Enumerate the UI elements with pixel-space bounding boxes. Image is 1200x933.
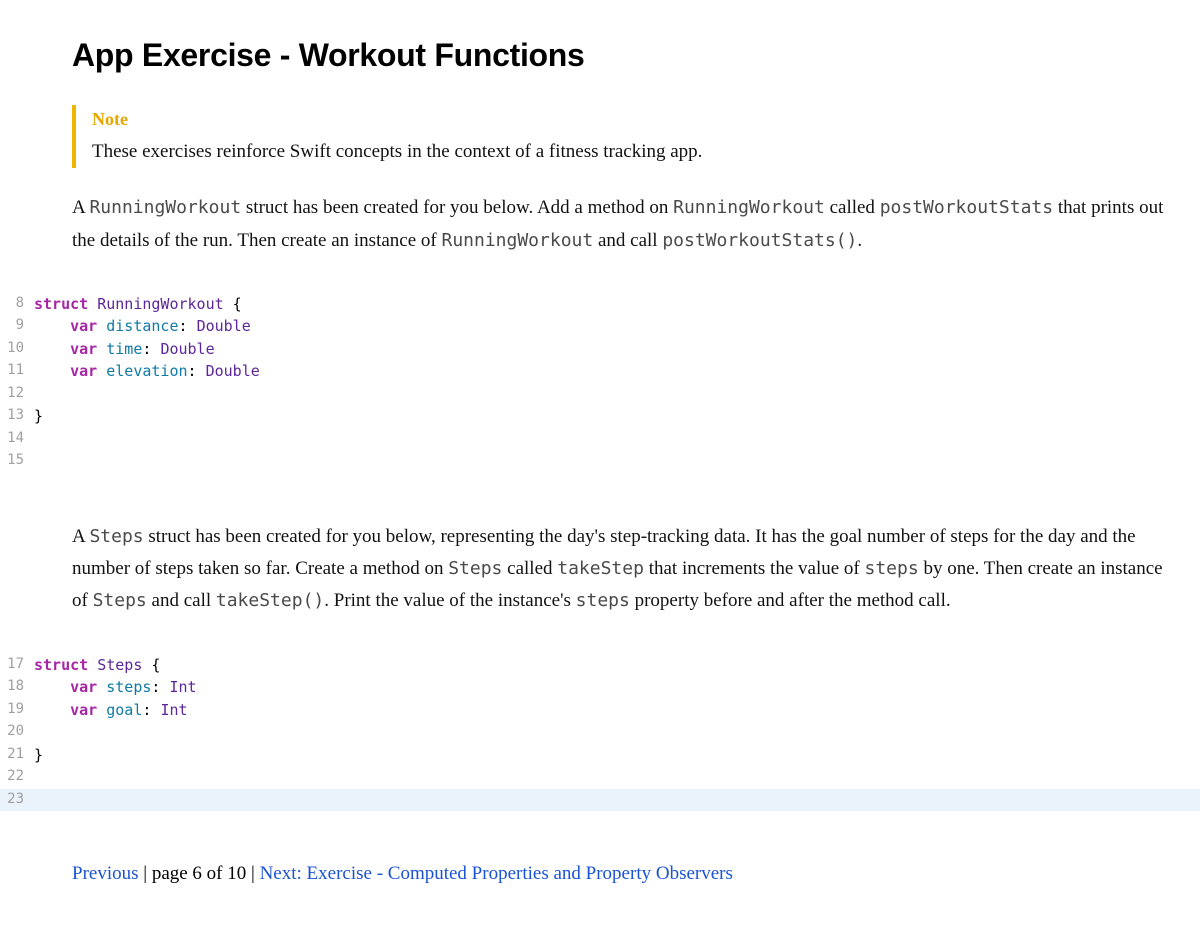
code-text[interactable]: var goal: Int — [34, 699, 1200, 722]
code-ref: postWorkoutStats — [880, 197, 1053, 218]
code-ref: takeStep() — [216, 590, 324, 611]
code-text[interactable]: struct Steps { — [34, 654, 1200, 677]
code-line[interactable]: 13} — [0, 405, 1200, 428]
note-label: Note — [92, 105, 1170, 134]
code-line[interactable]: 14 — [0, 428, 1200, 451]
code-line[interactable]: 17struct Steps { — [0, 654, 1200, 677]
code-line[interactable]: 20 — [0, 721, 1200, 744]
code-line[interactable]: 10 var time: Double — [0, 338, 1200, 361]
note-callout: Note These exercises reinforce Swift con… — [72, 105, 1170, 168]
next-link[interactable]: Next: Exercise - Computed Properties and… — [260, 863, 733, 884]
line-number: 20 — [0, 721, 34, 742]
code-text[interactable] — [34, 383, 1200, 406]
code-text[interactable] — [34, 789, 1200, 812]
code-text[interactable] — [34, 766, 1200, 789]
prev-link[interactable]: Previous — [72, 863, 139, 884]
line-number: 23 — [0, 789, 34, 810]
pager-sep: | — [139, 863, 152, 884]
pager-sep: | — [246, 863, 259, 884]
code-ref: Steps — [448, 558, 502, 579]
code-editor-2[interactable]: 17struct Steps {18 var steps: Int19 var … — [0, 654, 1200, 812]
code-text[interactable]: var distance: Double — [34, 315, 1200, 338]
line-number: 13 — [0, 405, 34, 426]
code-text[interactable] — [34, 450, 1200, 473]
line-number: 12 — [0, 383, 34, 404]
note-body: These exercises reinforce Swift concepts… — [92, 136, 1170, 168]
code-ref: RunningWorkout — [89, 197, 241, 218]
code-text[interactable] — [34, 428, 1200, 451]
code-line[interactable]: 12 — [0, 383, 1200, 406]
code-text[interactable]: } — [34, 405, 1200, 428]
line-number: 11 — [0, 360, 34, 381]
line-number: 10 — [0, 338, 34, 359]
code-line[interactable]: 23 — [0, 789, 1200, 812]
code-ref: Steps — [93, 590, 147, 611]
code-line[interactable]: 22 — [0, 766, 1200, 789]
code-text[interactable]: struct RunningWorkout { — [34, 293, 1200, 316]
code-ref: takeStep — [557, 558, 644, 579]
code-ref: steps — [865, 558, 919, 579]
code-line[interactable]: 18 var steps: Int — [0, 676, 1200, 699]
code-ref: Steps — [89, 526, 143, 547]
instruction-1: A RunningWorkout struct has been created… — [72, 192, 1170, 257]
code-text[interactable]: var elevation: Double — [34, 360, 1200, 383]
code-text[interactable]: var time: Double — [34, 338, 1200, 361]
code-text[interactable] — [34, 721, 1200, 744]
code-ref: RunningWorkout — [441, 230, 593, 251]
pager: Previous | page 6 of 10 | Next: Exercise… — [0, 859, 1200, 889]
page-title: App Exercise - Workout Functions — [72, 30, 1170, 81]
code-line[interactable]: 9 var distance: Double — [0, 315, 1200, 338]
line-number: 19 — [0, 699, 34, 720]
code-line[interactable]: 19 var goal: Int — [0, 699, 1200, 722]
line-number: 8 — [0, 293, 34, 314]
line-number: 22 — [0, 766, 34, 787]
line-number: 18 — [0, 676, 34, 697]
line-number: 17 — [0, 654, 34, 675]
code-line[interactable]: 21} — [0, 744, 1200, 767]
code-ref: steps — [576, 590, 630, 611]
page-indicator: page 6 of 10 — [152, 863, 246, 884]
instruction-2: A Steps struct has been created for you … — [72, 521, 1170, 618]
code-text[interactable]: var steps: Int — [34, 676, 1200, 699]
code-ref: postWorkoutStats() — [662, 230, 857, 251]
line-number: 15 — [0, 450, 34, 471]
code-text[interactable]: } — [34, 744, 1200, 767]
line-number: 21 — [0, 744, 34, 765]
line-number: 14 — [0, 428, 34, 449]
line-number: 9 — [0, 315, 34, 336]
code-line[interactable]: 11 var elevation: Double — [0, 360, 1200, 383]
code-editor-1[interactable]: 8struct RunningWorkout {9 var distance: … — [0, 293, 1200, 473]
code-line[interactable]: 15 — [0, 450, 1200, 473]
code-line[interactable]: 8struct RunningWorkout { — [0, 293, 1200, 316]
code-ref: RunningWorkout — [673, 197, 825, 218]
